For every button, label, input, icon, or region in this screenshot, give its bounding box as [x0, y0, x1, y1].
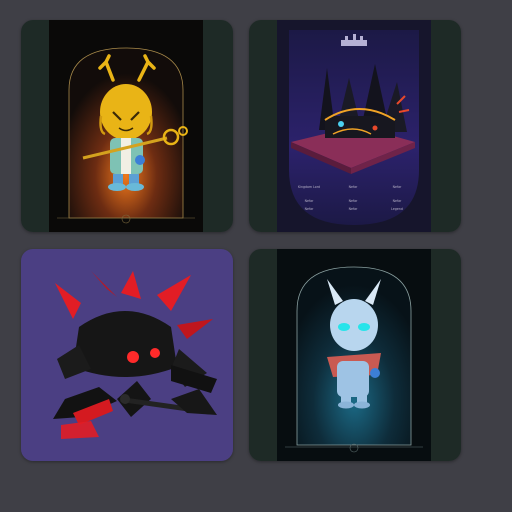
stat-center-2: Nefar	[349, 199, 358, 203]
stat-left-2: Nefar	[305, 199, 314, 203]
dark-castle-card-icon: Kingdom Lord Nefar Nefar Nefar Nefar Nef…	[249, 20, 461, 232]
stat-center-1: Nefar	[349, 185, 358, 189]
stat-center-3: Nefar	[349, 207, 358, 211]
stat-left-1: Kingdom Lord	[298, 185, 320, 189]
stat-left-3: Nefar	[305, 207, 314, 211]
black-red-spiked-beast-icon	[21, 249, 233, 461]
stat-right-1: Nefar	[393, 185, 402, 189]
gallery-item-spiked-beast[interactable]	[21, 249, 233, 461]
pale-blue-spirit-card-icon	[249, 249, 461, 461]
gallery-item-pale-spirit[interactable]	[249, 249, 461, 461]
gallery-item-dark-castle[interactable]: Kingdom Lord Nefar Nefar Nefar Nefar Nef…	[249, 20, 461, 232]
stat-right-3: Legend	[391, 207, 403, 211]
gallery-item-golden-knight[interactable]	[21, 20, 233, 232]
golden-antlered-knight-card-icon	[21, 20, 233, 232]
stat-right-2: Nefar	[393, 199, 402, 203]
